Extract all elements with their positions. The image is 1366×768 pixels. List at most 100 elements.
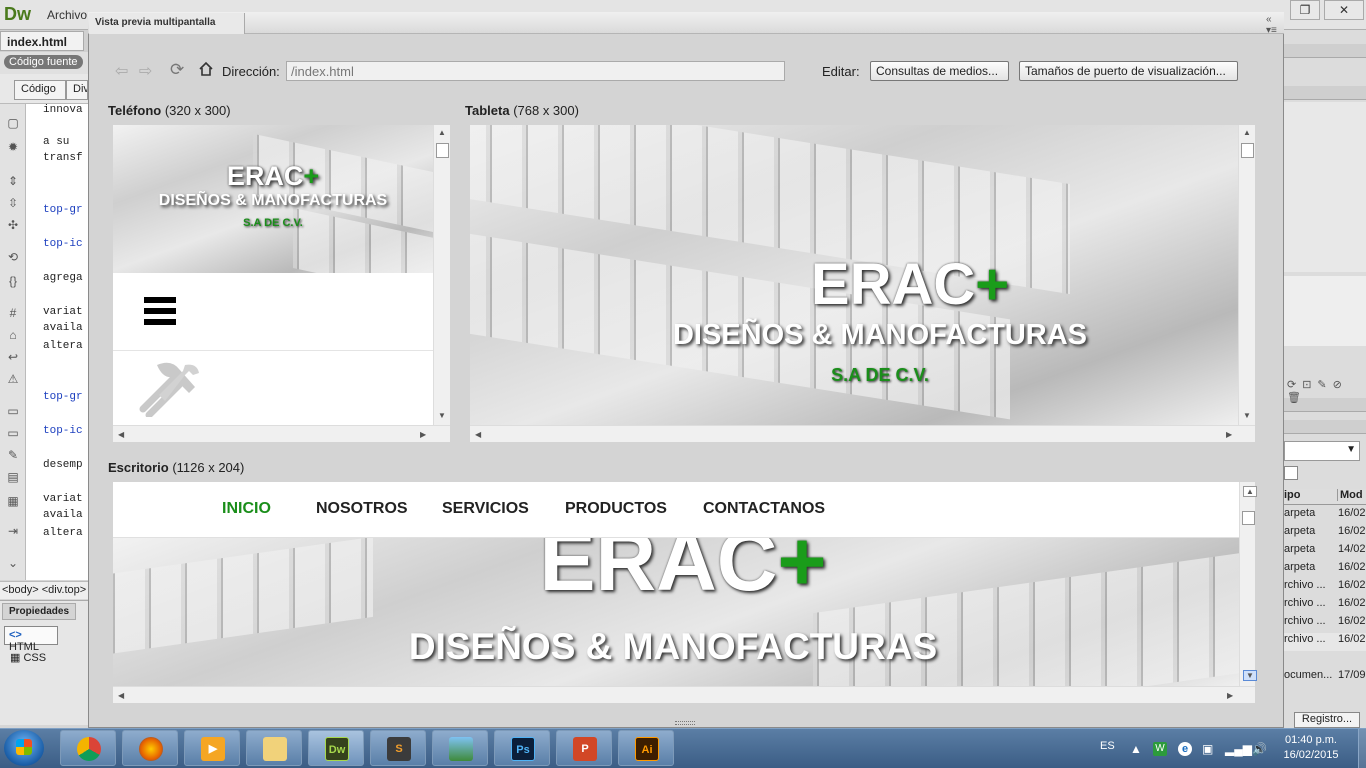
viewport-sizes-button[interactable]: Tamaños de puerto de visualización... xyxy=(1019,61,1238,81)
scroll-up-icon[interactable]: ▲ xyxy=(1243,486,1257,497)
taskbar-firefox[interactable] xyxy=(122,730,178,766)
taskbar-powerpoint[interactable]: P xyxy=(556,730,612,766)
site-dropdown[interactable]: ▼ xyxy=(1284,441,1360,461)
taskbar-chrome[interactable] xyxy=(60,730,116,766)
address-input[interactable]: /index.html xyxy=(286,61,785,81)
nav-inicio[interactable]: INICIO xyxy=(222,500,271,518)
refresh-icon[interactable]: ⟳ xyxy=(170,60,184,80)
scroll-down-icon[interactable]: ▼ xyxy=(438,411,446,420)
forward-arrow-icon[interactable]: ⇨ xyxy=(139,63,152,80)
show-hidden-icons-icon[interactable]: ▲ xyxy=(1130,742,1142,756)
taskbar-photoshop[interactable]: Ps xyxy=(494,730,550,766)
syntax-error-icon[interactable]: ⚠ xyxy=(5,372,21,386)
expand-icon[interactable] xyxy=(1284,466,1298,480)
resize-grip[interactable] xyxy=(675,721,695,725)
file-row[interactable]: arpeta 14/02 xyxy=(1282,543,1366,561)
panel-header[interactable] xyxy=(1284,420,1366,434)
clock[interactable]: 01:40 p.m. 16/02/2015 xyxy=(1266,733,1356,763)
nav-nosotros[interactable]: NOSOTROS xyxy=(316,500,408,518)
collapse-selection-icon[interactable]: ⇳ xyxy=(5,196,21,210)
menu-archivo[interactable]: Archivo xyxy=(47,8,87,22)
ie-icon[interactable]: e xyxy=(1178,742,1192,756)
phone-preview[interactable]: ERAC+ DISEÑOS & MANOFACTURAS S.A DE C.V. xyxy=(113,125,433,425)
move-css-icon[interactable]: ▦ xyxy=(5,494,21,508)
language-indicator[interactable]: ES xyxy=(1100,740,1115,752)
line-numbers-icon[interactable]: # xyxy=(5,306,21,320)
phone-horizontal-scrollbar[interactable]: ◀ ▶ xyxy=(113,425,450,442)
panel-header[interactable] xyxy=(1284,44,1366,58)
source-code-pill[interactable]: Código fuente xyxy=(4,55,83,69)
code-view-button[interactable]: Código xyxy=(14,80,66,100)
back-arrow-icon[interactable]: ⇦ xyxy=(115,63,128,80)
media-queries-button[interactable]: Consultas de medios... xyxy=(870,61,1009,81)
taskbar-photos[interactable] xyxy=(432,730,488,766)
html-properties-button[interactable]: <> HTML xyxy=(4,626,58,653)
log-button[interactable]: Registro... xyxy=(1294,712,1360,728)
file-row[interactable]: rchivo ... 16/02 xyxy=(1282,615,1366,633)
device-icon[interactable]: ▣ xyxy=(1202,742,1213,756)
split-view-button[interactable]: Div xyxy=(66,80,88,100)
taskbar-dreamweaver[interactable]: Dw xyxy=(308,730,364,766)
scroll-thumb[interactable] xyxy=(1241,143,1254,158)
tablet-horizontal-scrollbar[interactable]: ◀ ▶ xyxy=(470,425,1255,442)
file-row[interactable]: arpeta 16/02 xyxy=(1282,507,1366,525)
remove-comment-icon[interactable]: ▭ xyxy=(5,426,21,440)
collapse-icon[interactable]: ⇕ xyxy=(5,174,21,188)
scroll-up-icon[interactable]: ▲ xyxy=(1243,128,1251,137)
open-document-icon[interactable]: ▢ xyxy=(5,116,21,130)
desktop-horizontal-scrollbar[interactable]: ◀ ▶ xyxy=(113,686,1255,703)
scroll-right-icon[interactable]: ▶ xyxy=(1226,430,1232,439)
desktop-vertical-scrollbar[interactable]: ▲ ▼ xyxy=(1239,482,1257,686)
taskbar-illustrator[interactable]: Ai xyxy=(618,730,674,766)
network-icon[interactable]: ▂▄▆ xyxy=(1225,742,1252,756)
scroll-left-icon[interactable]: ◀ xyxy=(118,691,124,700)
tag-selector[interactable]: <body> <div.top> xyxy=(0,581,88,599)
tray-app-icon[interactable]: W xyxy=(1153,742,1167,756)
file-row[interactable]: arpeta 16/02 xyxy=(1282,525,1366,543)
taskbar-sublime[interactable]: S xyxy=(370,730,426,766)
file-row[interactable]: rchivo ... 16/02 xyxy=(1282,633,1366,651)
scroll-down-icon[interactable]: ▼ xyxy=(1243,670,1257,681)
tablet-preview[interactable]: ERAC+ DISEÑOS & MANOFACTURAS S.A DE C.V. xyxy=(470,125,1238,425)
close-window-button[interactable]: ✕ xyxy=(1324,0,1364,20)
comment-icon[interactable]: ▭ xyxy=(5,404,21,418)
css-properties-button[interactable]: ▦ CSS xyxy=(10,651,46,664)
files-toolbar[interactable]: ⟳⊡✎⊘🗑 xyxy=(1287,378,1366,404)
snippets-icon[interactable]: ▤ xyxy=(5,470,21,484)
nav-servicios[interactable]: SERVICIOS xyxy=(442,500,529,518)
select-parent-icon[interactable]: ⟲ xyxy=(5,250,21,264)
highlight-icon[interactable]: ⌂ xyxy=(5,328,21,342)
wrap-tag-icon[interactable]: ✎ xyxy=(5,448,21,462)
code-editor[interactable]: innova a su transf top-gr top-ic agrega … xyxy=(26,104,88,580)
taskbar-explorer[interactable] xyxy=(246,730,302,766)
nav-contactanos[interactable]: CONTACTANOS xyxy=(703,500,825,518)
taskbar-media-player[interactable]: ▶ xyxy=(184,730,240,766)
more-tools-icon[interactable]: ⌄ xyxy=(5,556,21,570)
indent-icon[interactable]: ⇥ xyxy=(5,524,21,538)
show-desktop-button[interactable] xyxy=(1358,729,1366,768)
scroll-left-icon[interactable]: ◀ xyxy=(118,430,124,439)
file-row[interactable]: arpeta 16/02 xyxy=(1282,561,1366,579)
scroll-left-icon[interactable]: ◀ xyxy=(475,430,481,439)
hamburger-menu-icon[interactable] xyxy=(144,297,176,325)
volume-icon[interactable]: 🔊 xyxy=(1252,742,1267,756)
column-type[interactable]: ipo xyxy=(1284,489,1301,501)
scroll-right-icon[interactable]: ▶ xyxy=(1227,691,1233,700)
expand-icon[interactable]: ✣ xyxy=(5,218,21,232)
scroll-up-icon[interactable]: ▲ xyxy=(438,128,446,137)
scroll-down-icon[interactable]: ▼ xyxy=(1243,411,1251,420)
settings-icon[interactable]: ✹ xyxy=(5,140,21,154)
file-row[interactable]: rchivo ... 16/02 xyxy=(1282,597,1366,615)
wrap-icon[interactable]: ↩ xyxy=(5,350,21,364)
balance-braces-icon[interactable]: {} xyxy=(5,274,21,288)
panel-header[interactable] xyxy=(1284,86,1366,100)
start-button[interactable] xyxy=(4,730,44,766)
scroll-right-icon[interactable]: ▶ xyxy=(420,430,426,439)
file-row[interactable]: rchivo ... 16/02 xyxy=(1282,579,1366,597)
scroll-thumb[interactable] xyxy=(1242,511,1255,525)
file-row[interactable]: ocumen... 17/09 xyxy=(1282,669,1366,687)
panel-menu-icon[interactable]: «▾≡ xyxy=(1266,14,1277,36)
scroll-thumb[interactable] xyxy=(436,143,449,158)
nav-productos[interactable]: PRODUCTOS xyxy=(565,500,667,518)
phone-vertical-scrollbar[interactable]: ▲ ▼ xyxy=(433,125,450,425)
